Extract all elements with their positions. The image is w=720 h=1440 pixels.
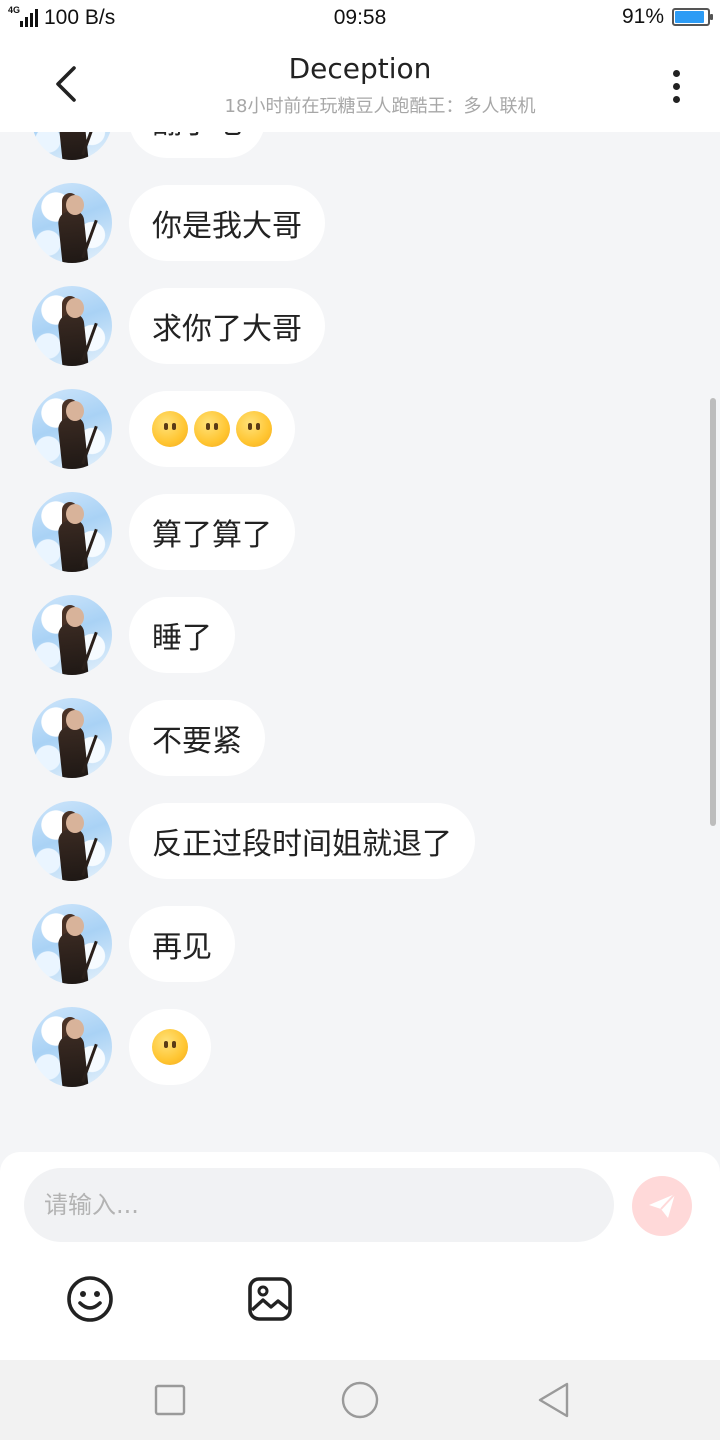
message-list[interactable]: 翻了吧你是我大哥求你了大哥算了算了睡了不要紧反正过段时间姐就退了再见	[0, 132, 720, 1152]
message-text: 不要紧	[152, 724, 242, 759]
triangle-back-icon	[538, 1382, 569, 1418]
message-text: 再见	[152, 930, 212, 965]
image-button[interactable]	[245, 1274, 295, 1324]
message-bubble[interactable]: 你是我大哥	[129, 185, 325, 261]
message-row: 再见	[32, 904, 235, 984]
send-button[interactable]	[632, 1176, 692, 1236]
emoji-row	[152, 411, 272, 447]
message-bubble[interactable]: 反正过段时间姐就退了	[129, 803, 475, 879]
avatar[interactable]	[32, 492, 112, 572]
chat-title: Deception	[288, 52, 432, 85]
send-icon	[649, 1193, 676, 1218]
message-bubble[interactable]: 算了算了	[129, 494, 295, 570]
message-text: 你是我大哥	[152, 209, 302, 244]
status-time: 09:58	[333, 6, 387, 29]
system-nav-bar	[0, 1360, 720, 1440]
message-text: 翻了吧	[152, 132, 242, 142]
neutral-face-emoji-icon	[152, 411, 188, 447]
message-input[interactable]	[24, 1168, 614, 1242]
battery-fill	[675, 11, 705, 23]
more-vertical-icon	[672, 69, 680, 77]
message-row: 翻了吧	[32, 132, 265, 160]
home-button[interactable]	[340, 1380, 380, 1420]
avatar[interactable]	[32, 183, 112, 263]
neutral-face-emoji-icon	[236, 411, 272, 447]
message-bubble[interactable]	[129, 1009, 211, 1085]
avatar[interactable]	[32, 389, 112, 469]
smiley-icon	[67, 1276, 113, 1322]
recent-apps-button[interactable]	[150, 1380, 190, 1420]
battery-percent: 91%	[621, 5, 664, 28]
emoji-button[interactable]	[65, 1274, 115, 1324]
message-row: 反正过段时间姐就退了	[32, 801, 475, 881]
message-bubble[interactable]: 翻了吧	[129, 132, 265, 158]
message-bubble[interactable]: 睡了	[129, 597, 235, 673]
avatar[interactable]	[32, 286, 112, 366]
image-icon	[248, 1277, 292, 1321]
message-row: 你是我大哥	[32, 183, 325, 263]
avatar[interactable]	[32, 595, 112, 675]
message-text: 睡了	[152, 621, 212, 656]
status-right: 91%	[621, 5, 713, 29]
avatar[interactable]	[32, 1007, 112, 1087]
message-text: 算了算了	[152, 518, 272, 553]
neutral-face-emoji-icon	[194, 411, 230, 447]
message-bubble[interactable]: 不要紧	[129, 700, 265, 776]
message-row	[32, 1007, 211, 1087]
message-bubble[interactable]	[129, 391, 295, 467]
square-icon	[154, 1384, 186, 1416]
chat-subtitle: 18小时前在玩糖豆人跑酷王：多人联机	[224, 96, 536, 117]
avatar[interactable]	[32, 132, 112, 160]
chat-header: Deception 18小时前在玩糖豆人跑酷王：多人联机	[0, 38, 720, 132]
message-row: 求你了大哥	[32, 286, 325, 366]
message-row: 睡了	[32, 595, 235, 675]
message-row	[32, 389, 295, 469]
more-options-button[interactable]	[658, 64, 694, 108]
composer	[0, 1152, 720, 1360]
circle-icon	[341, 1381, 379, 1419]
message-text: 求你了大哥	[152, 312, 302, 347]
message-row: 不要紧	[32, 698, 265, 778]
status-bar: 4G 100 B/s 09:58 91%	[0, 0, 720, 38]
avatar[interactable]	[32, 904, 112, 984]
avatar[interactable]	[32, 801, 112, 881]
avatar[interactable]	[32, 698, 112, 778]
scrollbar[interactable]	[710, 398, 716, 826]
message-bubble[interactable]: 再见	[129, 906, 235, 982]
message-row: 算了算了	[32, 492, 295, 572]
message-bubble[interactable]: 求你了大哥	[129, 288, 325, 364]
message-text: 反正过段时间姐就退了	[152, 827, 452, 862]
emoji-row	[152, 1029, 188, 1065]
system-back-button[interactable]	[534, 1380, 574, 1420]
neutral-face-emoji-icon	[152, 1029, 188, 1065]
battery-icon	[672, 8, 713, 26]
